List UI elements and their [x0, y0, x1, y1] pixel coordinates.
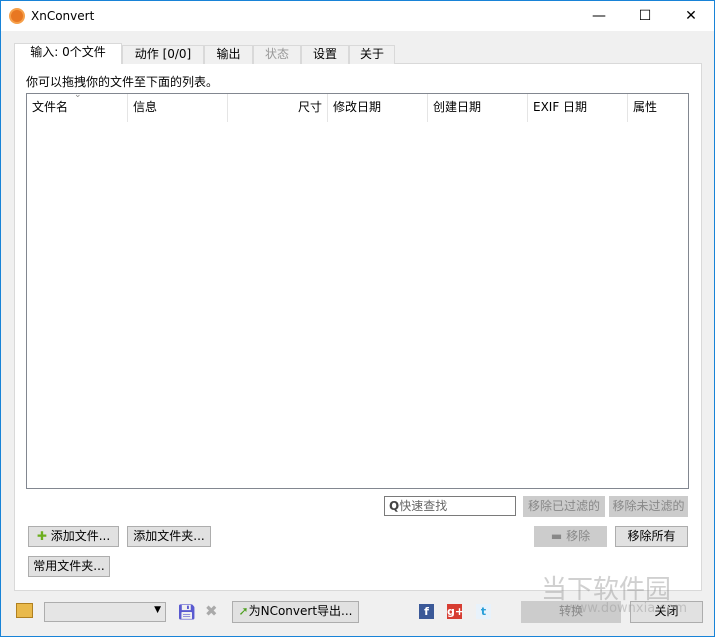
close-window-button[interactable]: ✕ — [668, 1, 714, 31]
plus-icon: ✚ — [36, 529, 47, 543]
tab-settings[interactable]: 设置 — [301, 45, 349, 64]
tab-about[interactable]: 关于 — [349, 45, 395, 64]
add-files-label: 添加文件... — [50, 529, 111, 543]
remove-unfiltered-button: 移除未过滤的 — [609, 496, 688, 517]
column-created[interactable]: 创建日期 — [428, 94, 528, 122]
window-title: XnConvert — [31, 9, 95, 23]
tab-output[interactable]: 输出 — [204, 45, 253, 64]
common-folders-button[interactable]: 常用文件夹... — [28, 556, 110, 577]
tab-status: 状态 — [253, 45, 301, 64]
open-folder-icon[interactable] — [16, 603, 33, 618]
delete-icon[interactable]: ✖ — [205, 602, 218, 620]
file-list[interactable]: 文件名 ⌄ 信息 尺寸 修改日期 创建日期 EXIF 日期 属性 — [26, 90, 689, 489]
remove-label: 移除 — [566, 529, 591, 543]
drag-hint: 你可以拖拽你的文件至下面的列表。 — [26, 75, 219, 89]
column-exif[interactable]: EXIF 日期 — [528, 94, 628, 122]
tab-input[interactable]: 输入: 0个文件 — [14, 43, 122, 64]
minimize-button[interactable]: — — [576, 1, 622, 31]
minus-icon: ▬ — [550, 529, 563, 543]
export-label: 为NConvert导出... — [248, 604, 353, 618]
twitter-icon[interactable]: t — [476, 604, 491, 619]
add-files-button[interactable]: ✚ 添加文件... — [28, 526, 119, 547]
column-attributes[interactable]: 属性 — [628, 94, 688, 122]
preset-combo[interactable]: ▼ — [44, 602, 166, 622]
column-info[interactable]: 信息 — [128, 94, 228, 122]
search-icon: Q — [389, 499, 400, 513]
app-logo-icon — [9, 8, 25, 24]
remove-all-button[interactable]: 移除所有 — [615, 526, 688, 547]
app-window: XnConvert — ☐ ✕ 输入: 0个文件 动作 [0/0] 输出 状态 … — [0, 0, 715, 637]
column-modified[interactable]: 修改日期 — [328, 94, 428, 122]
remove-button: ▬ 移除 — [534, 526, 607, 547]
export-icon: ➚ — [238, 604, 249, 618]
remove-filtered-button: 移除已过滤的 — [523, 496, 605, 517]
sort-chevron-icon: ⌄ — [74, 90, 82, 100]
add-folder-button[interactable]: 添加文件夹... — [127, 526, 211, 547]
google-plus-icon[interactable]: g+ — [447, 604, 464, 619]
search-placeholder: 快速查找 — [399, 499, 448, 513]
maximize-button[interactable]: ☐ — [622, 1, 668, 31]
title-bar: XnConvert — ☐ ✕ — [1, 1, 714, 31]
dropdown-arrow-icon: ▼ — [154, 605, 161, 615]
tab-actions[interactable]: 动作 [0/0] — [122, 45, 204, 64]
column-size[interactable]: 尺寸 — [228, 94, 328, 122]
save-icon[interactable]: 💾︎ — [177, 603, 196, 621]
facebook-icon[interactable]: f — [419, 604, 434, 619]
quick-search-input[interactable]: Q快速查找 — [384, 496, 516, 516]
export-nconvert-button[interactable]: ➚为NConvert导出... — [232, 601, 359, 623]
watermark-url: www.downxia.com — [566, 601, 688, 616]
